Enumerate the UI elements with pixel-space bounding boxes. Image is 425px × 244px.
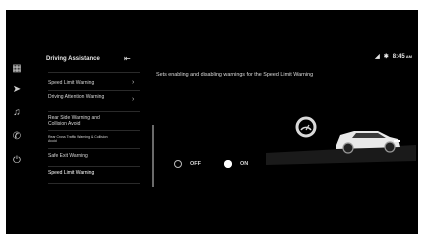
menu-item-label: Rear Cross Traffic Warning & Collision A… <box>48 135 108 143</box>
menu-item-label: Speed Limit Warning <box>48 80 95 86</box>
divider <box>48 166 140 167</box>
speed-limit-sign-icon <box>295 116 317 138</box>
menu-item-driving-attention-warning[interactable]: Driving Attention Warning <box>48 94 118 101</box>
clock-time: 8:45 <box>392 53 405 60</box>
chevron-right-icon: › <box>132 79 135 86</box>
menu-item-rear-cross-traffic-warning[interactable]: Rear Cross Traffic Warning & Collision A… <box>48 135 108 143</box>
radio-off-icon[interactable] <box>174 160 182 168</box>
option-on[interactable]: ON <box>224 160 248 168</box>
panel-title: Driving Assistance <box>46 56 100 62</box>
option-off[interactable]: OFF <box>174 160 201 168</box>
menu-item-safe-exit-warning[interactable]: Safe Exit Warning <box>48 153 134 160</box>
menu-item-speed-limit-warning[interactable]: Speed Limit Warning <box>48 80 134 87</box>
power-icon[interactable]: ⏻ <box>10 154 24 168</box>
divider <box>48 72 140 73</box>
signal-icon: ◢ <box>375 54 380 60</box>
menu-item-label: Speed Limit Warning <box>48 170 95 176</box>
menu-item-label: Driving Attention Warning <box>48 94 105 100</box>
menu-item-label: Safe Exit Warning <box>48 153 88 159</box>
divider <box>48 130 140 131</box>
menu-item-speed-limit-warning-selected[interactable]: Speed Limit Warning <box>48 170 134 177</box>
divider <box>48 90 140 91</box>
settings-panel: Driving Assistance ⇤ Speed Limit Warning… <box>44 50 154 234</box>
option-off-label: OFF <box>190 161 201 167</box>
pin-icon[interactable]: ⇤ <box>124 54 131 63</box>
option-on-label: ON <box>240 161 249 167</box>
side-rail: ▦ ➤ ♫ ✆ ⏻ <box>6 50 30 200</box>
bluetooth-icon: ✱ <box>383 54 389 60</box>
divider <box>48 148 140 149</box>
music-icon[interactable]: ♫ <box>10 106 24 120</box>
chevron-right-icon: › <box>132 96 135 103</box>
infotainment-screen: ▦ ➤ ♫ ✆ ⏻ Driving Assistance ⇤ Speed Lim… <box>6 10 418 234</box>
status-bar: ◢ ✱ 8:45AM <box>375 53 412 61</box>
panel-header: Driving Assistance ⇤ <box>44 50 144 72</box>
menu-item-label: Rear Side Warning and Collision Avoid <box>48 115 100 127</box>
setting-description: Sets enabling and disabling warnings for… <box>156 72 314 78</box>
menu-item-rear-side-warning[interactable]: Rear Side Warning and Collision Avoid <box>48 115 118 127</box>
scrollbar[interactable] <box>152 125 154 187</box>
grid-icon[interactable]: ▦ <box>10 62 24 76</box>
divider <box>48 183 140 184</box>
phone-icon[interactable]: ✆ <box>10 130 24 144</box>
clock: 8:45AM <box>393 54 412 60</box>
navigation-icon[interactable]: ➤ <box>10 83 24 97</box>
speed-limit-car-illustration <box>266 116 416 165</box>
clock-ampm: AM <box>405 53 412 59</box>
divider <box>48 111 140 112</box>
radio-on-icon[interactable] <box>224 160 232 168</box>
